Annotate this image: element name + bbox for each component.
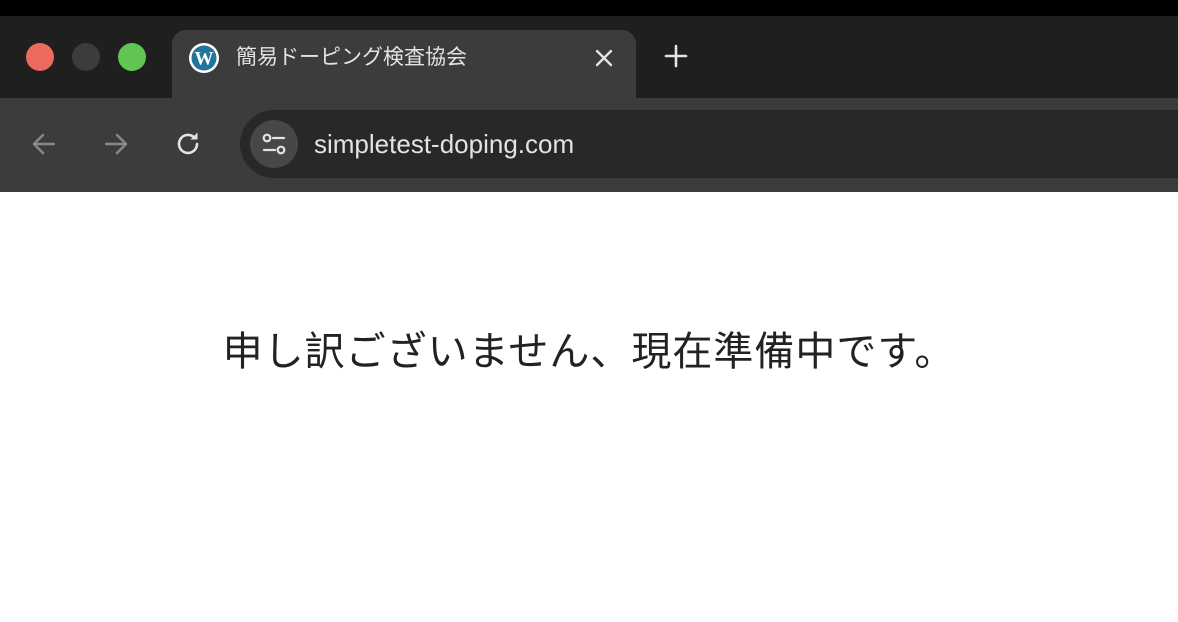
- page-content: 申し訳ございません、現在準備中です。: [0, 192, 1178, 622]
- active-tab[interactable]: W 簡易ドーピング検査協会: [172, 30, 636, 98]
- address-bar[interactable]: simpletest-doping.com: [240, 110, 1178, 178]
- tab-title: 簡易ドーピング検査協会: [236, 46, 467, 69]
- browser-toolbar: simpletest-doping.com: [0, 98, 1178, 192]
- new-tab-plus-icon[interactable]: [662, 42, 690, 70]
- back-arrow-icon[interactable]: [28, 128, 60, 160]
- window-top-border: [0, 0, 1178, 16]
- window-minimize-button[interactable]: [72, 43, 100, 71]
- reload-icon[interactable]: [172, 128, 204, 160]
- close-icon[interactable]: [592, 46, 616, 70]
- tab-bar: W 簡易ドーピング検査協会: [0, 16, 1178, 98]
- window-maximize-button[interactable]: [118, 43, 146, 71]
- wordpress-icon: W: [189, 43, 219, 73]
- tune-icon: [262, 133, 286, 155]
- forward-arrow-icon[interactable]: [100, 128, 132, 160]
- window-close-button[interactable]: [26, 43, 54, 71]
- url-text[interactable]: simpletest-doping.com: [314, 127, 574, 161]
- maintenance-message: 申し訳ございません、現在準備中です。: [222, 330, 956, 374]
- site-info-button[interactable]: [250, 120, 298, 168]
- svg-text:W: W: [195, 49, 214, 70]
- browser-window: W 簡易ドーピング検査協会 simpletest-doping.com 申し訳ご…: [0, 0, 1178, 622]
